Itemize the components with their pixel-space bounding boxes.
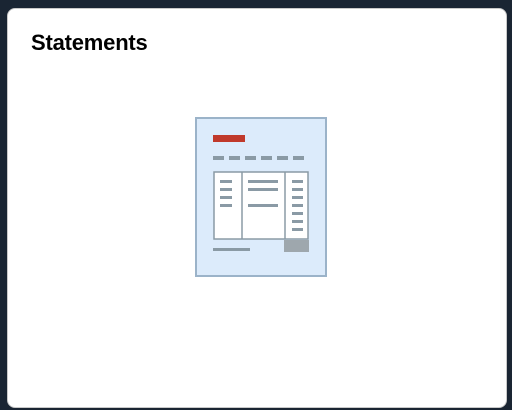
statements-tile[interactable]: Statements [7,8,507,408]
tile-title: Statements [31,30,148,55]
statement-document-icon [195,117,327,277]
